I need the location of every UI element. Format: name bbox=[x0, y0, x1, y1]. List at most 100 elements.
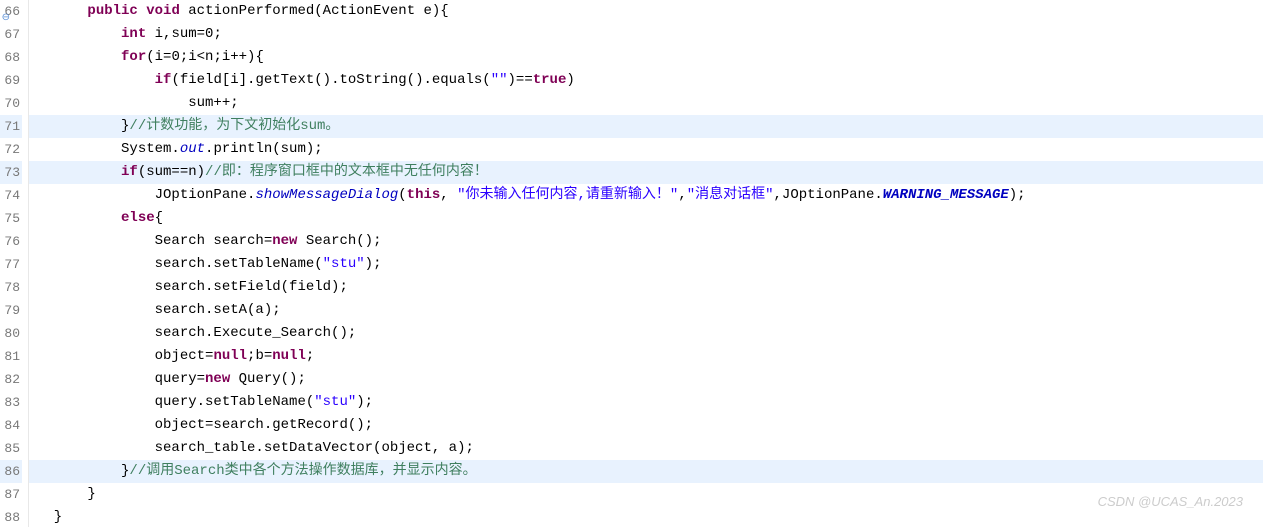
token-kw: if bbox=[155, 72, 172, 88]
line-number: 78 bbox=[0, 276, 22, 299]
code-line[interactable]: }//计数功能，为下文初始化sum。 bbox=[29, 115, 1263, 138]
code-line[interactable]: JOptionPane.showMessageDialog(this, "你未输… bbox=[29, 184, 1263, 207]
code-line[interactable]: } bbox=[29, 483, 1263, 506]
line-number: 86 bbox=[0, 460, 22, 483]
token-str: "stu" bbox=[323, 256, 365, 272]
code-line[interactable]: for(i=0;i<n;i++){ bbox=[29, 46, 1263, 69]
token-plain: query.setTableName( bbox=[37, 394, 314, 410]
token-plain bbox=[138, 3, 146, 19]
token-plain: ,JOptionPane. bbox=[774, 187, 883, 203]
line-number: ⊖66 bbox=[0, 0, 22, 23]
token-plain: ) bbox=[566, 72, 574, 88]
token-plain: ); bbox=[1009, 187, 1026, 203]
line-number: 71 bbox=[0, 115, 22, 138]
token-plain: actionPerformed(ActionEvent e){ bbox=[180, 3, 449, 19]
line-number: 81 bbox=[0, 345, 22, 368]
code-line[interactable]: search.setField(field); bbox=[29, 276, 1263, 299]
line-number: 73 bbox=[0, 161, 22, 184]
token-plain: } bbox=[37, 463, 129, 479]
code-editor[interactable]: ⊖666768697071727374757677787980818283848… bbox=[0, 0, 1263, 527]
code-line[interactable]: Search search=new Search(); bbox=[29, 230, 1263, 253]
code-line[interactable]: } bbox=[29, 506, 1263, 529]
code-line[interactable]: else{ bbox=[29, 207, 1263, 230]
token-com: //调用Search类中各个方法操作数据库，并显示内容。 bbox=[129, 463, 476, 479]
code-line[interactable]: System.out.println(sum); bbox=[29, 138, 1263, 161]
line-number: 67 bbox=[0, 23, 22, 46]
token-plain: ); bbox=[356, 394, 373, 410]
token-plain: , bbox=[678, 187, 686, 203]
token-kw: int bbox=[121, 26, 146, 42]
line-number: 75 bbox=[0, 207, 22, 230]
token-plain: Search search= bbox=[37, 233, 272, 249]
token-plain: )== bbox=[508, 72, 533, 88]
code-line[interactable]: }//调用Search类中各个方法操作数据库，并显示内容。 bbox=[29, 460, 1263, 483]
line-number: 79 bbox=[0, 299, 22, 322]
line-number: 85 bbox=[0, 437, 22, 460]
token-plain: { bbox=[155, 210, 163, 226]
token-com: //即：程序窗口框中的文本框中无任何内容！ bbox=[205, 164, 488, 180]
token-it: out bbox=[180, 141, 205, 157]
token-plain bbox=[37, 210, 121, 226]
code-line[interactable]: query=new Query(); bbox=[29, 368, 1263, 391]
code-line[interactable]: if(sum==n)//即：程序窗口框中的文本框中无任何内容！ bbox=[29, 161, 1263, 184]
token-str: "你未输入任何内容,请重新输入！" bbox=[457, 187, 678, 203]
line-number: 74 bbox=[0, 184, 22, 207]
token-plain: (field[i].getText().toString().equals( bbox=[171, 72, 490, 88]
token-str: "" bbox=[491, 72, 508, 88]
line-number: 87 bbox=[0, 483, 22, 506]
code-line[interactable]: search.setA(a); bbox=[29, 299, 1263, 322]
token-kw: null bbox=[213, 348, 247, 364]
code-line[interactable]: search_table.setDataVector(object, a); bbox=[29, 437, 1263, 460]
code-line[interactable]: int i,sum=0; bbox=[29, 23, 1263, 46]
token-kw: for bbox=[121, 49, 146, 65]
code-line[interactable]: query.setTableName("stu"); bbox=[29, 391, 1263, 414]
token-plain: (i=0;i<n;i++){ bbox=[146, 49, 264, 65]
token-plain: ; bbox=[306, 348, 314, 364]
token-itb: WARNING_MESSAGE bbox=[883, 187, 1009, 203]
token-plain: search.setA(a); bbox=[37, 302, 281, 318]
token-kw: new bbox=[205, 371, 230, 387]
line-number: 77 bbox=[0, 253, 22, 276]
token-plain: search.Execute_Search(); bbox=[37, 325, 356, 341]
code-line[interactable]: search.Execute_Search(); bbox=[29, 322, 1263, 345]
token-plain: search.setField(field); bbox=[37, 279, 348, 295]
line-number: 80 bbox=[0, 322, 22, 345]
line-number: 76 bbox=[0, 230, 22, 253]
token-plain: search.setTableName( bbox=[37, 256, 323, 272]
code-line[interactable]: search.setTableName("stu"); bbox=[29, 253, 1263, 276]
watermark: CSDN @UCAS_An.2023 bbox=[1098, 494, 1243, 509]
code-line[interactable]: object=null;b=null; bbox=[29, 345, 1263, 368]
line-number: 84 bbox=[0, 414, 22, 437]
token-plain: System. bbox=[37, 141, 180, 157]
code-line[interactable]: if(field[i].getText().toString().equals(… bbox=[29, 69, 1263, 92]
token-plain: object=search.getRecord(); bbox=[37, 417, 373, 433]
token-kw: null bbox=[272, 348, 306, 364]
token-plain bbox=[37, 26, 121, 42]
token-plain: } bbox=[37, 486, 96, 502]
line-number: 70 bbox=[0, 92, 22, 115]
code-line[interactable]: sum++; bbox=[29, 92, 1263, 115]
token-kw: else bbox=[121, 210, 155, 226]
token-kw: void bbox=[146, 3, 180, 19]
code-line[interactable]: public void actionPerformed(ActionEvent … bbox=[29, 0, 1263, 23]
token-plain: object= bbox=[37, 348, 213, 364]
token-plain bbox=[37, 72, 155, 88]
token-it: showMessageDialog bbox=[255, 187, 398, 203]
line-number: 83 bbox=[0, 391, 22, 414]
token-plain: sum++; bbox=[37, 95, 239, 111]
token-plain: ); bbox=[365, 256, 382, 272]
token-plain bbox=[37, 164, 121, 180]
token-plain: } bbox=[37, 509, 62, 525]
token-kw: public bbox=[87, 3, 137, 19]
token-plain: ( bbox=[398, 187, 406, 203]
token-plain: , bbox=[440, 187, 457, 203]
token-plain: search_table.setDataVector(object, a); bbox=[37, 440, 474, 456]
code-area[interactable]: public void actionPerformed(ActionEvent … bbox=[29, 0, 1263, 527]
line-number-gutter: ⊖666768697071727374757677787980818283848… bbox=[0, 0, 29, 527]
fold-icon[interactable]: ⊖ bbox=[0, 7, 10, 17]
code-line[interactable]: object=search.getRecord(); bbox=[29, 414, 1263, 437]
line-number: 82 bbox=[0, 368, 22, 391]
token-plain: (sum==n) bbox=[138, 164, 205, 180]
line-number: 68 bbox=[0, 46, 22, 69]
token-plain bbox=[37, 49, 121, 65]
